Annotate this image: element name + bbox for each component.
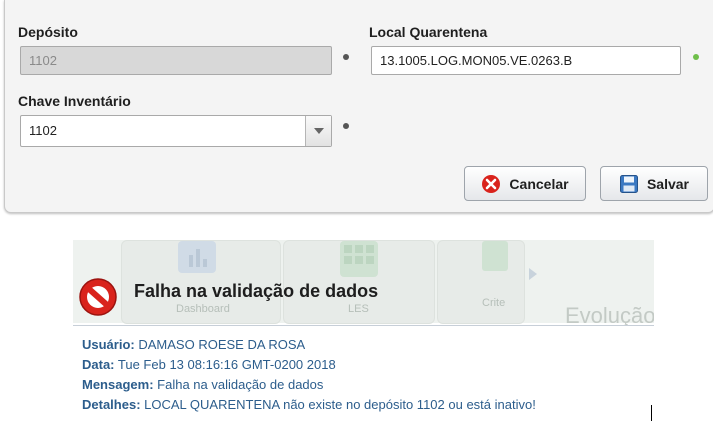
- detalhes-label: Detalhes:: [82, 397, 141, 412]
- cancel-icon: [481, 174, 501, 194]
- error-dialog: Dashboard LES Crite Evolução Falha na va…: [73, 240, 654, 423]
- cancel-button[interactable]: Cancelar: [464, 166, 586, 201]
- mensagem-label: Mensagem:: [82, 377, 154, 392]
- detalhes-value: LOCAL QUARENTENA não existe no depósito …: [144, 397, 536, 412]
- cancel-button-label: Cancelar: [509, 175, 569, 192]
- save-button-label: Salvar: [646, 175, 690, 192]
- chevron-right-icon: [529, 268, 537, 280]
- text-cursor: [651, 405, 652, 421]
- background-tile-dashboard-label: Dashboard: [176, 303, 230, 315]
- deposito-label: Depósito: [18, 24, 78, 40]
- deposito-field[interactable]: 1102: [20, 46, 332, 75]
- chave-inventario-select[interactable]: 1102: [20, 115, 332, 147]
- data-label: Data:: [82, 357, 115, 372]
- detalhes-line: Detalhes: LOCAL QUARENTENA não existe no…: [82, 397, 536, 412]
- mensagem-line: Mensagem: Falha na validação de dados: [82, 377, 323, 392]
- deposito-status-dot: [343, 54, 349, 60]
- chave-inventario-status-dot: [343, 123, 349, 129]
- local-quarentena-label: Local Quarentena: [369, 24, 488, 40]
- save-icon: [619, 174, 639, 194]
- mensagem-value: Falha na validação de dados: [157, 377, 324, 392]
- chevron-down-icon[interactable]: [305, 116, 331, 146]
- usuario-line: Usuário: DAMASO ROESE DA ROSA: [82, 337, 305, 352]
- error-icon: [79, 278, 117, 316]
- document-icon: [482, 241, 508, 271]
- grid-icon: [340, 241, 378, 277]
- save-button[interactable]: Salvar: [600, 166, 708, 201]
- form-panel: Depósito 1102 Local Quarentena 13.1005.L…: [4, 0, 713, 213]
- chave-inventario-label: Chave Inventário: [18, 93, 131, 109]
- chart-icon: [178, 241, 216, 273]
- local-quarentena-field[interactable]: 13.1005.LOG.MON05.VE.0263.B: [371, 46, 681, 75]
- error-title: Falha na validação de dados: [134, 281, 379, 301]
- chave-inventario-value: 1102: [29, 123, 57, 138]
- usuario-value: DAMASO ROESE DA ROSA: [138, 337, 306, 352]
- error-details-panel: Usuário: DAMASO ROESE DA ROSA Data: Tue …: [73, 325, 654, 423]
- background-tile-crite-label: Crite: [482, 297, 506, 309]
- data-value: Tue Feb 13 08:16:16 GMT-0200 2018: [117, 357, 336, 372]
- data-line: Data: Tue Feb 13 08:16:16 GMT-0200 2018: [82, 357, 336, 372]
- background-tile-les-label: LES: [348, 303, 369, 315]
- local-quarentena-status-dot: [693, 54, 699, 60]
- background-tile-crite: Crite: [437, 240, 525, 324]
- usuario-label: Usuário:: [82, 337, 135, 352]
